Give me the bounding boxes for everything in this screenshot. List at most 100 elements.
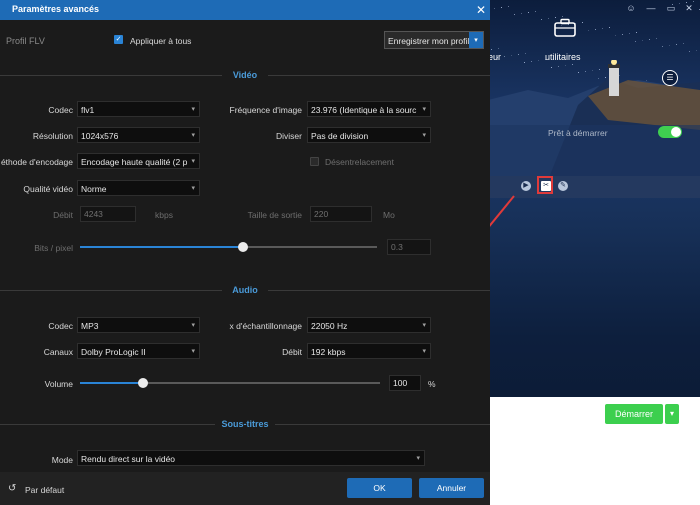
star xyxy=(588,30,589,31)
star xyxy=(508,6,509,7)
video-codec-select[interactable]: flv1 ▾ xyxy=(77,101,200,117)
deinterlace-checkbox[interactable] xyxy=(310,157,319,166)
star xyxy=(494,8,495,9)
star xyxy=(548,18,549,19)
chevron-down-icon: ▾ xyxy=(422,106,426,113)
apply-all-label: Appliquer à tous xyxy=(130,36,192,46)
output-size-label: Taille de sortie xyxy=(247,210,302,220)
start-button[interactable]: Démarrer xyxy=(605,404,663,424)
video-codec-label: Codec xyxy=(48,105,73,115)
ready-label: Prêt à démarrer xyxy=(548,128,608,138)
start-dropdown-icon[interactable]: ▾ xyxy=(665,404,679,424)
star xyxy=(629,33,630,34)
cancel-button[interactable]: Annuler xyxy=(419,478,484,498)
ok-button[interactable]: OK xyxy=(347,478,412,498)
video-quality-label: Qualité vidéo xyxy=(23,184,73,194)
star xyxy=(602,28,603,29)
star xyxy=(662,46,663,47)
star xyxy=(541,19,542,20)
chevron-down-icon: ▾ xyxy=(422,322,426,329)
save-profile-button[interactable]: Enregistrer mon profil ▾ xyxy=(384,31,484,49)
video-section-line-right xyxy=(268,75,490,76)
audio-codec-select[interactable]: MP3 ▾ xyxy=(77,317,200,333)
volume-slider-thumb[interactable] xyxy=(138,378,148,388)
edit-icon[interactable]: ✎ xyxy=(558,181,568,191)
encoding-method-select[interactable]: Encodage haute qualité (2 p ▾ xyxy=(77,153,200,169)
star xyxy=(689,51,690,52)
encoding-method-value: Encodage haute qualité (2 p xyxy=(81,157,188,167)
subtitles-section-line-right xyxy=(275,424,490,425)
star xyxy=(504,56,505,57)
toolbox-icon[interactable] xyxy=(554,18,576,38)
video-codec-value: flv1 xyxy=(81,105,95,115)
star xyxy=(669,45,670,46)
bits-pixel-slider-thumb[interactable] xyxy=(238,242,249,252)
default-button[interactable]: Par défaut xyxy=(25,485,64,495)
dialog-close-icon[interactable]: ✕ xyxy=(474,2,488,18)
video-bitrate-input[interactable]: 4243 xyxy=(80,206,136,222)
ready-toggle[interactable] xyxy=(658,126,682,138)
chevron-down-icon: ▾ xyxy=(422,348,426,355)
star xyxy=(491,49,492,50)
bits-pixel-slider-fill xyxy=(80,246,244,248)
star xyxy=(649,39,650,40)
star xyxy=(525,53,526,54)
framerate-select[interactable]: 23.976 (Identique à la sourc ▾ xyxy=(307,101,431,117)
video-bitrate-label: Débit xyxy=(53,210,73,220)
audio-bitrate-value: 192 kbps xyxy=(311,347,346,357)
reset-icon[interactable]: ↺ xyxy=(8,483,16,494)
star xyxy=(696,50,697,51)
resolution-select[interactable]: 1024x576 ▾ xyxy=(77,127,200,143)
star xyxy=(535,11,536,12)
channels-select[interactable]: Dolby ProLogic II ▾ xyxy=(77,343,200,359)
star xyxy=(511,55,512,56)
star xyxy=(636,32,637,33)
split-value: Pas de division xyxy=(311,131,369,141)
close-icon[interactable]: ✕ xyxy=(684,3,694,13)
chevron-down-icon: ▾ xyxy=(191,132,195,139)
apply-all-checkbox[interactable]: ✓ xyxy=(114,35,123,44)
sample-rate-select[interactable]: 22050 Hz ▾ xyxy=(307,317,431,333)
bits-pixel-input[interactable]: 0.3 xyxy=(387,239,431,255)
star xyxy=(498,48,499,49)
channels-label: Canaux xyxy=(43,347,73,357)
channels-value: Dolby ProLogic II xyxy=(81,347,146,357)
star xyxy=(528,12,529,13)
play-icon[interactable]: ▶ xyxy=(521,181,531,191)
volume-input[interactable]: 100 xyxy=(389,375,421,391)
star xyxy=(642,40,643,41)
restore-icon[interactable]: ▭ xyxy=(666,3,676,13)
split-select[interactable]: Pas de division ▾ xyxy=(307,127,431,143)
split-label: Diviser xyxy=(276,131,302,141)
star xyxy=(501,7,502,8)
output-size-input[interactable]: 220 xyxy=(310,206,372,222)
profile-label: Profil FLV xyxy=(6,36,45,46)
chevron-down-icon: ▾ xyxy=(191,106,195,113)
chevron-down-icon: ▾ xyxy=(191,185,195,192)
star xyxy=(615,35,616,36)
chevron-down-icon: ▾ xyxy=(422,132,426,139)
cut-icon-highlight xyxy=(537,176,553,194)
audio-codec-label: Codec xyxy=(48,321,73,331)
user-icon[interactable]: ☺ xyxy=(626,3,636,13)
star xyxy=(635,41,636,42)
chevron-down-icon: ▾ xyxy=(191,158,195,165)
star xyxy=(514,14,515,15)
star xyxy=(679,3,680,4)
video-quality-select[interactable]: Norme ▾ xyxy=(77,180,200,196)
star xyxy=(562,16,563,17)
menu-icon[interactable]: ☰ xyxy=(662,70,678,86)
video-bitrate-unit: kbps xyxy=(155,210,173,220)
save-profile-dropdown-icon[interactable]: ▾ xyxy=(469,32,483,48)
video-section-title: Vidéo xyxy=(232,70,258,80)
resolution-label: Résolution xyxy=(32,131,73,141)
star xyxy=(609,27,610,28)
output-size-unit: Mo xyxy=(383,210,395,220)
audio-bitrate-select[interactable]: 192 kbps ▾ xyxy=(307,343,431,359)
chevron-down-icon: ▾ xyxy=(191,348,195,355)
minimize-icon[interactable]: — xyxy=(646,3,656,13)
star xyxy=(518,54,519,55)
star xyxy=(693,1,694,2)
audio-codec-value: MP3 xyxy=(81,321,99,331)
subtitle-mode-select[interactable]: Rendu direct sur la vidéo ▾ xyxy=(77,450,425,466)
